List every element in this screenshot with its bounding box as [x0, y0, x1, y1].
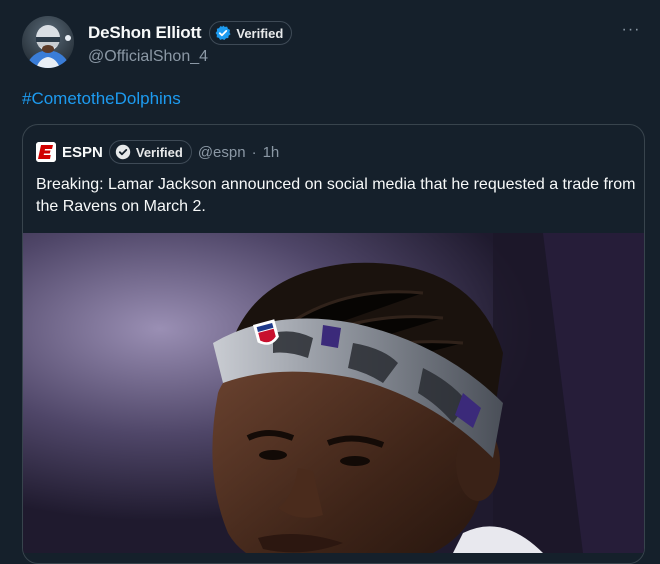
more-dots-icon[interactable]: ···	[620, 20, 642, 40]
verified-check-icon	[115, 144, 131, 160]
author-name-row: DeShon Elliott Verified	[88, 20, 293, 46]
hashtag-link[interactable]: #CometotheDolphins	[22, 89, 181, 109]
author-display-name[interactable]: DeShon Elliott	[88, 23, 202, 43]
quoted-author-name[interactable]: ESPN	[62, 144, 103, 161]
quoted-verified-label: Verified	[135, 144, 183, 160]
verified-label: Verified	[236, 25, 284, 41]
quoted-timestamp[interactable]: 1h	[263, 144, 280, 161]
quoted-header: ESPN Verified @espn · 1h	[36, 139, 279, 165]
author-handle[interactable]: @OfficialShon_4	[88, 48, 208, 66]
verified-check-icon	[215, 25, 231, 40]
verified-badge[interactable]: Verified	[209, 21, 293, 45]
quoted-tweet[interactable]: ESPN Verified @espn · 1h Breaking: Lamar…	[22, 124, 645, 564]
quoted-handle[interactable]: @espn	[198, 144, 246, 161]
tweet: DeShon Elliott Verified @OfficialShon_4 …	[0, 0, 660, 564]
quoted-verified-badge[interactable]: Verified	[108, 140, 192, 164]
quoted-media-image[interactable]	[23, 233, 644, 553]
espn-logo-icon[interactable]	[36, 142, 56, 162]
quoted-separator: ·	[251, 143, 257, 161]
quoted-text: Breaking: Lamar Jackson announced on soc…	[36, 176, 636, 215]
author-avatar[interactable]	[22, 16, 74, 68]
